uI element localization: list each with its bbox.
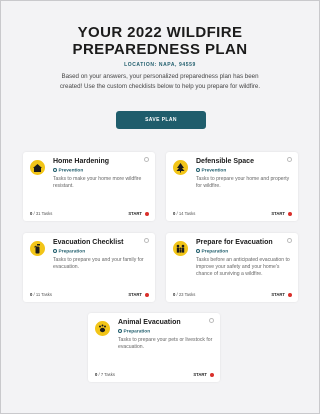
card-description: Tasks before an anticipated evacuation t… — [196, 257, 290, 277]
card-category: Prevention — [53, 168, 83, 174]
family-icon — [173, 241, 188, 256]
extinguisher-icon — [30, 241, 45, 256]
check-circle-icon[interactable] — [287, 238, 292, 243]
start-label[interactable]: START — [128, 211, 142, 216]
card-category: Preparation — [118, 329, 150, 335]
start-label[interactable]: START — [271, 292, 285, 297]
check-circle-icon[interactable] — [144, 238, 149, 243]
prevention-icon — [53, 168, 57, 172]
card-evacuation-checklist[interactable]: Evacuation Checklist Preparation Tasks t… — [23, 233, 155, 302]
card-prepare-for-evacuation[interactable]: Prepare for Evacuation Preparation Tasks… — [166, 233, 298, 302]
start-arrow-icon[interactable] — [144, 292, 149, 297]
card-category: Preparation — [196, 249, 228, 255]
location-label: LOCATION: NAPA, 94559 — [124, 62, 196, 68]
title-line-1: YOUR 2022 WILDFIRE — [77, 24, 243, 41]
prevention-icon — [196, 168, 200, 172]
tree-icon — [173, 160, 188, 175]
start-label[interactable]: START — [128, 292, 142, 297]
house-icon — [30, 160, 45, 175]
card-title: Prepare for Evacuation — [196, 239, 273, 246]
title-line-2: PREPAREDNESS PLAN — [72, 41, 248, 58]
paw-icon — [95, 321, 110, 336]
page-title: YOUR 2022 WILDFIRE PREPAREDNESS PLAN — [0, 24, 320, 58]
card-category: Prevention — [196, 168, 226, 174]
check-circle-icon[interactable] — [209, 318, 214, 323]
task-count: 0 / 23 Tasks — [173, 292, 196, 297]
card-home-hardening[interactable]: Home Hardening Prevention Tasks to make … — [23, 152, 155, 221]
start-label[interactable]: START — [193, 372, 207, 377]
card-defensible-space[interactable]: Defensible Space Prevention Tasks to pre… — [166, 152, 298, 221]
task-count: 0 / 14 Tasks — [173, 211, 196, 216]
card-description: Tasks to prepare your pets or livestock … — [118, 337, 213, 350]
card-title: Evacuation Checklist — [53, 239, 124, 246]
card-description: Tasks to prepare your home and property … — [196, 176, 290, 189]
start-arrow-icon[interactable] — [209, 372, 214, 377]
preparation-icon — [118, 329, 122, 333]
preparation-icon — [196, 249, 200, 253]
save-plan-button[interactable]: SAVE PLAN — [116, 111, 206, 129]
task-count: 0 / 7 Tasks — [95, 372, 115, 377]
start-arrow-icon[interactable] — [287, 211, 292, 216]
intro-text: Based on your answers, your personalized… — [59, 73, 261, 90]
check-circle-icon[interactable] — [144, 157, 149, 162]
card-title: Home Hardening — [53, 158, 110, 165]
preparation-icon — [53, 249, 57, 253]
check-circle-icon[interactable] — [287, 157, 292, 162]
start-arrow-icon[interactable] — [144, 211, 149, 216]
card-description: Tasks to make your home more wildfire re… — [53, 176, 142, 189]
card-description: Tasks to prepare you and your family for… — [53, 257, 144, 270]
card-animal-evacuation[interactable]: Animal Evacuation Preparation Tasks to p… — [88, 313, 220, 382]
task-count: 0 / 31 Tasks — [30, 211, 53, 216]
card-category: Preparation — [53, 249, 85, 255]
start-label[interactable]: START — [271, 211, 285, 216]
start-arrow-icon[interactable] — [287, 292, 292, 297]
task-count: 0 / 11 Tasks — [30, 292, 52, 297]
card-title: Animal Evacuation — [118, 319, 181, 326]
card-title: Defensible Space — [196, 158, 254, 165]
